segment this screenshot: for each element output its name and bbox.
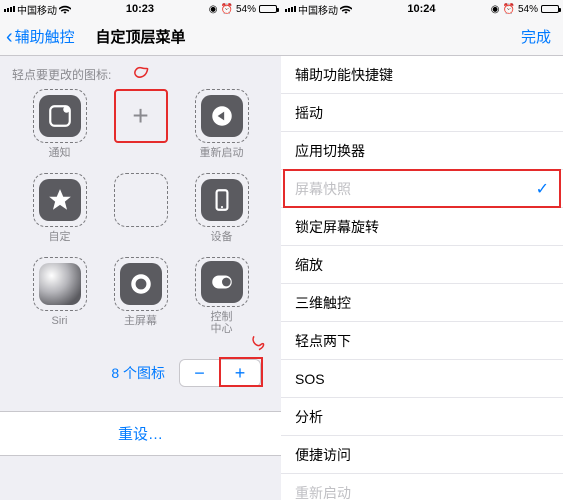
device-icon <box>209 187 235 213</box>
right-screenshot: 中国移动 10:24 ◉ ⏰ 54% 完成 辅助功能快捷键摇动应用切换器屏幕快照… <box>281 0 563 500</box>
reset-button[interactable]: 重设… <box>0 411 281 456</box>
count-stepper: − + <box>179 359 261 387</box>
option-label: 锁定屏幕旋转 <box>295 217 379 237</box>
option-label: 轻点两下 <box>295 331 351 351</box>
status-right: ◉ ⏰ 54% <box>209 4 277 15</box>
restart-icon <box>209 103 235 129</box>
status-time: 10:23 <box>71 3 209 15</box>
icon-notification[interactable]: 通知 <box>29 89 91 167</box>
icon-label: 通知 <box>49 147 71 159</box>
icon-custom[interactable]: 自定 <box>29 173 91 251</box>
hint-text: 轻点要更改的图标: <box>0 56 123 89</box>
icon-siri[interactable]: Siri <box>29 257 91 335</box>
battery-pct: 54% <box>518 4 538 15</box>
status-right: ◉ ⏰ 54% <box>491 4 559 15</box>
left-screenshot: 中国移动 10:23 ◉ ⏰ 54% ‹ 辅助触控 自定顶层菜单 轻点要更改的图… <box>0 0 281 500</box>
status-time: 10:24 <box>352 3 491 15</box>
icon-restart[interactable]: 重新启动 <box>191 89 253 167</box>
back-button[interactable]: ‹ 辅助触控 <box>6 26 75 47</box>
battery-icon <box>541 5 559 13</box>
icon-control-center[interactable]: 控制 中心 <box>191 257 253 335</box>
done-button[interactable]: 完成 <box>521 26 557 47</box>
carrier: 中国移动 <box>4 2 71 17</box>
back-label: 辅助触控 <box>15 26 75 47</box>
control-center-icon <box>209 269 235 295</box>
option-row[interactable]: 辅助功能快捷键 <box>281 56 563 94</box>
carrier-name: 中国移动 <box>298 2 338 17</box>
checkmark-icon: ✓ <box>536 179 549 199</box>
option-row[interactable]: 便捷访问 <box>281 436 563 474</box>
icon-label: 主屏幕 <box>124 315 157 327</box>
chevron-left-icon: ‹ <box>6 27 13 47</box>
option-row[interactable]: 三维触控 <box>281 284 563 322</box>
icon-label: 设备 <box>211 231 233 243</box>
icon-label: Siri <box>52 315 68 327</box>
option-row[interactable]: 摇动 <box>281 94 563 132</box>
option-row[interactable]: 应用切换器 <box>281 132 563 170</box>
status-bar: 中国移动 10:24 ◉ ⏰ 54% <box>281 0 563 18</box>
icon-grid: 通知 + 重新启动 自定 设备 <box>0 89 281 335</box>
notification-icon <box>47 103 73 129</box>
plus-icon: + <box>132 100 148 132</box>
icon-device[interactable]: 设备 <box>191 173 253 251</box>
decrement-button[interactable]: − <box>180 360 220 386</box>
option-label: 重新启动 <box>295 483 351 500</box>
option-label: 辅助功能快捷键 <box>295 65 393 85</box>
option-row[interactable]: 轻点两下 <box>281 322 563 360</box>
option-row[interactable]: 屏幕快照 ✓ <box>281 170 563 208</box>
option-row[interactable]: 分析 <box>281 398 563 436</box>
option-row[interactable]: 锁定屏幕旋转 <box>281 208 563 246</box>
status-bar: 中国移动 10:23 ◉ ⏰ 54% <box>0 0 281 18</box>
option-label: 摇动 <box>295 103 323 123</box>
icon-label: 自定 <box>49 231 71 243</box>
icon-home[interactable]: 主屏幕 <box>110 257 172 335</box>
battery-icon <box>259 5 277 13</box>
option-label: 屏幕快照 <box>295 179 351 199</box>
icon-label: 控制 中心 <box>211 311 233 335</box>
icon-add-placeholder[interactable]: + <box>110 89 172 167</box>
option-label: SOS <box>295 371 325 387</box>
wifi-icon <box>340 5 352 14</box>
option-label: 应用切换器 <box>295 141 365 161</box>
options-list: 辅助功能快捷键摇动应用切换器屏幕快照 ✓ 锁定屏幕旋转缩放三维触控轻点两下 SOS 分析… <box>281 56 563 500</box>
icon-count: 8 个图标 <box>111 363 165 383</box>
carrier-name: 中国移动 <box>17 2 57 17</box>
stepper-row: 8 个图标 − + <box>0 355 281 387</box>
option-label: 分析 <box>295 407 323 427</box>
option-label: 便捷访问 <box>295 445 351 465</box>
nav-bar: 完成 <box>281 18 563 56</box>
option-row[interactable]: 重新启动 <box>281 474 563 500</box>
increment-button[interactable]: + <box>220 360 260 386</box>
wifi-icon <box>59 5 71 14</box>
icon-label: 重新启动 <box>200 147 244 159</box>
option-label: 缩放 <box>295 255 323 275</box>
battery-pct: 54% <box>236 4 256 15</box>
icon-empty[interactable] <box>110 173 172 251</box>
annotation-scribble-icon <box>131 63 153 83</box>
home-icon <box>128 271 154 297</box>
option-row[interactable]: 缩放 <box>281 246 563 284</box>
option-label: 三维触控 <box>295 293 351 313</box>
nav-bar: ‹ 辅助触控 自定顶层菜单 <box>0 18 281 56</box>
annotation-scribble-icon <box>249 333 269 353</box>
star-icon <box>47 187 73 213</box>
option-row[interactable]: SOS <box>281 360 563 398</box>
carrier: 中国移动 <box>285 2 352 17</box>
